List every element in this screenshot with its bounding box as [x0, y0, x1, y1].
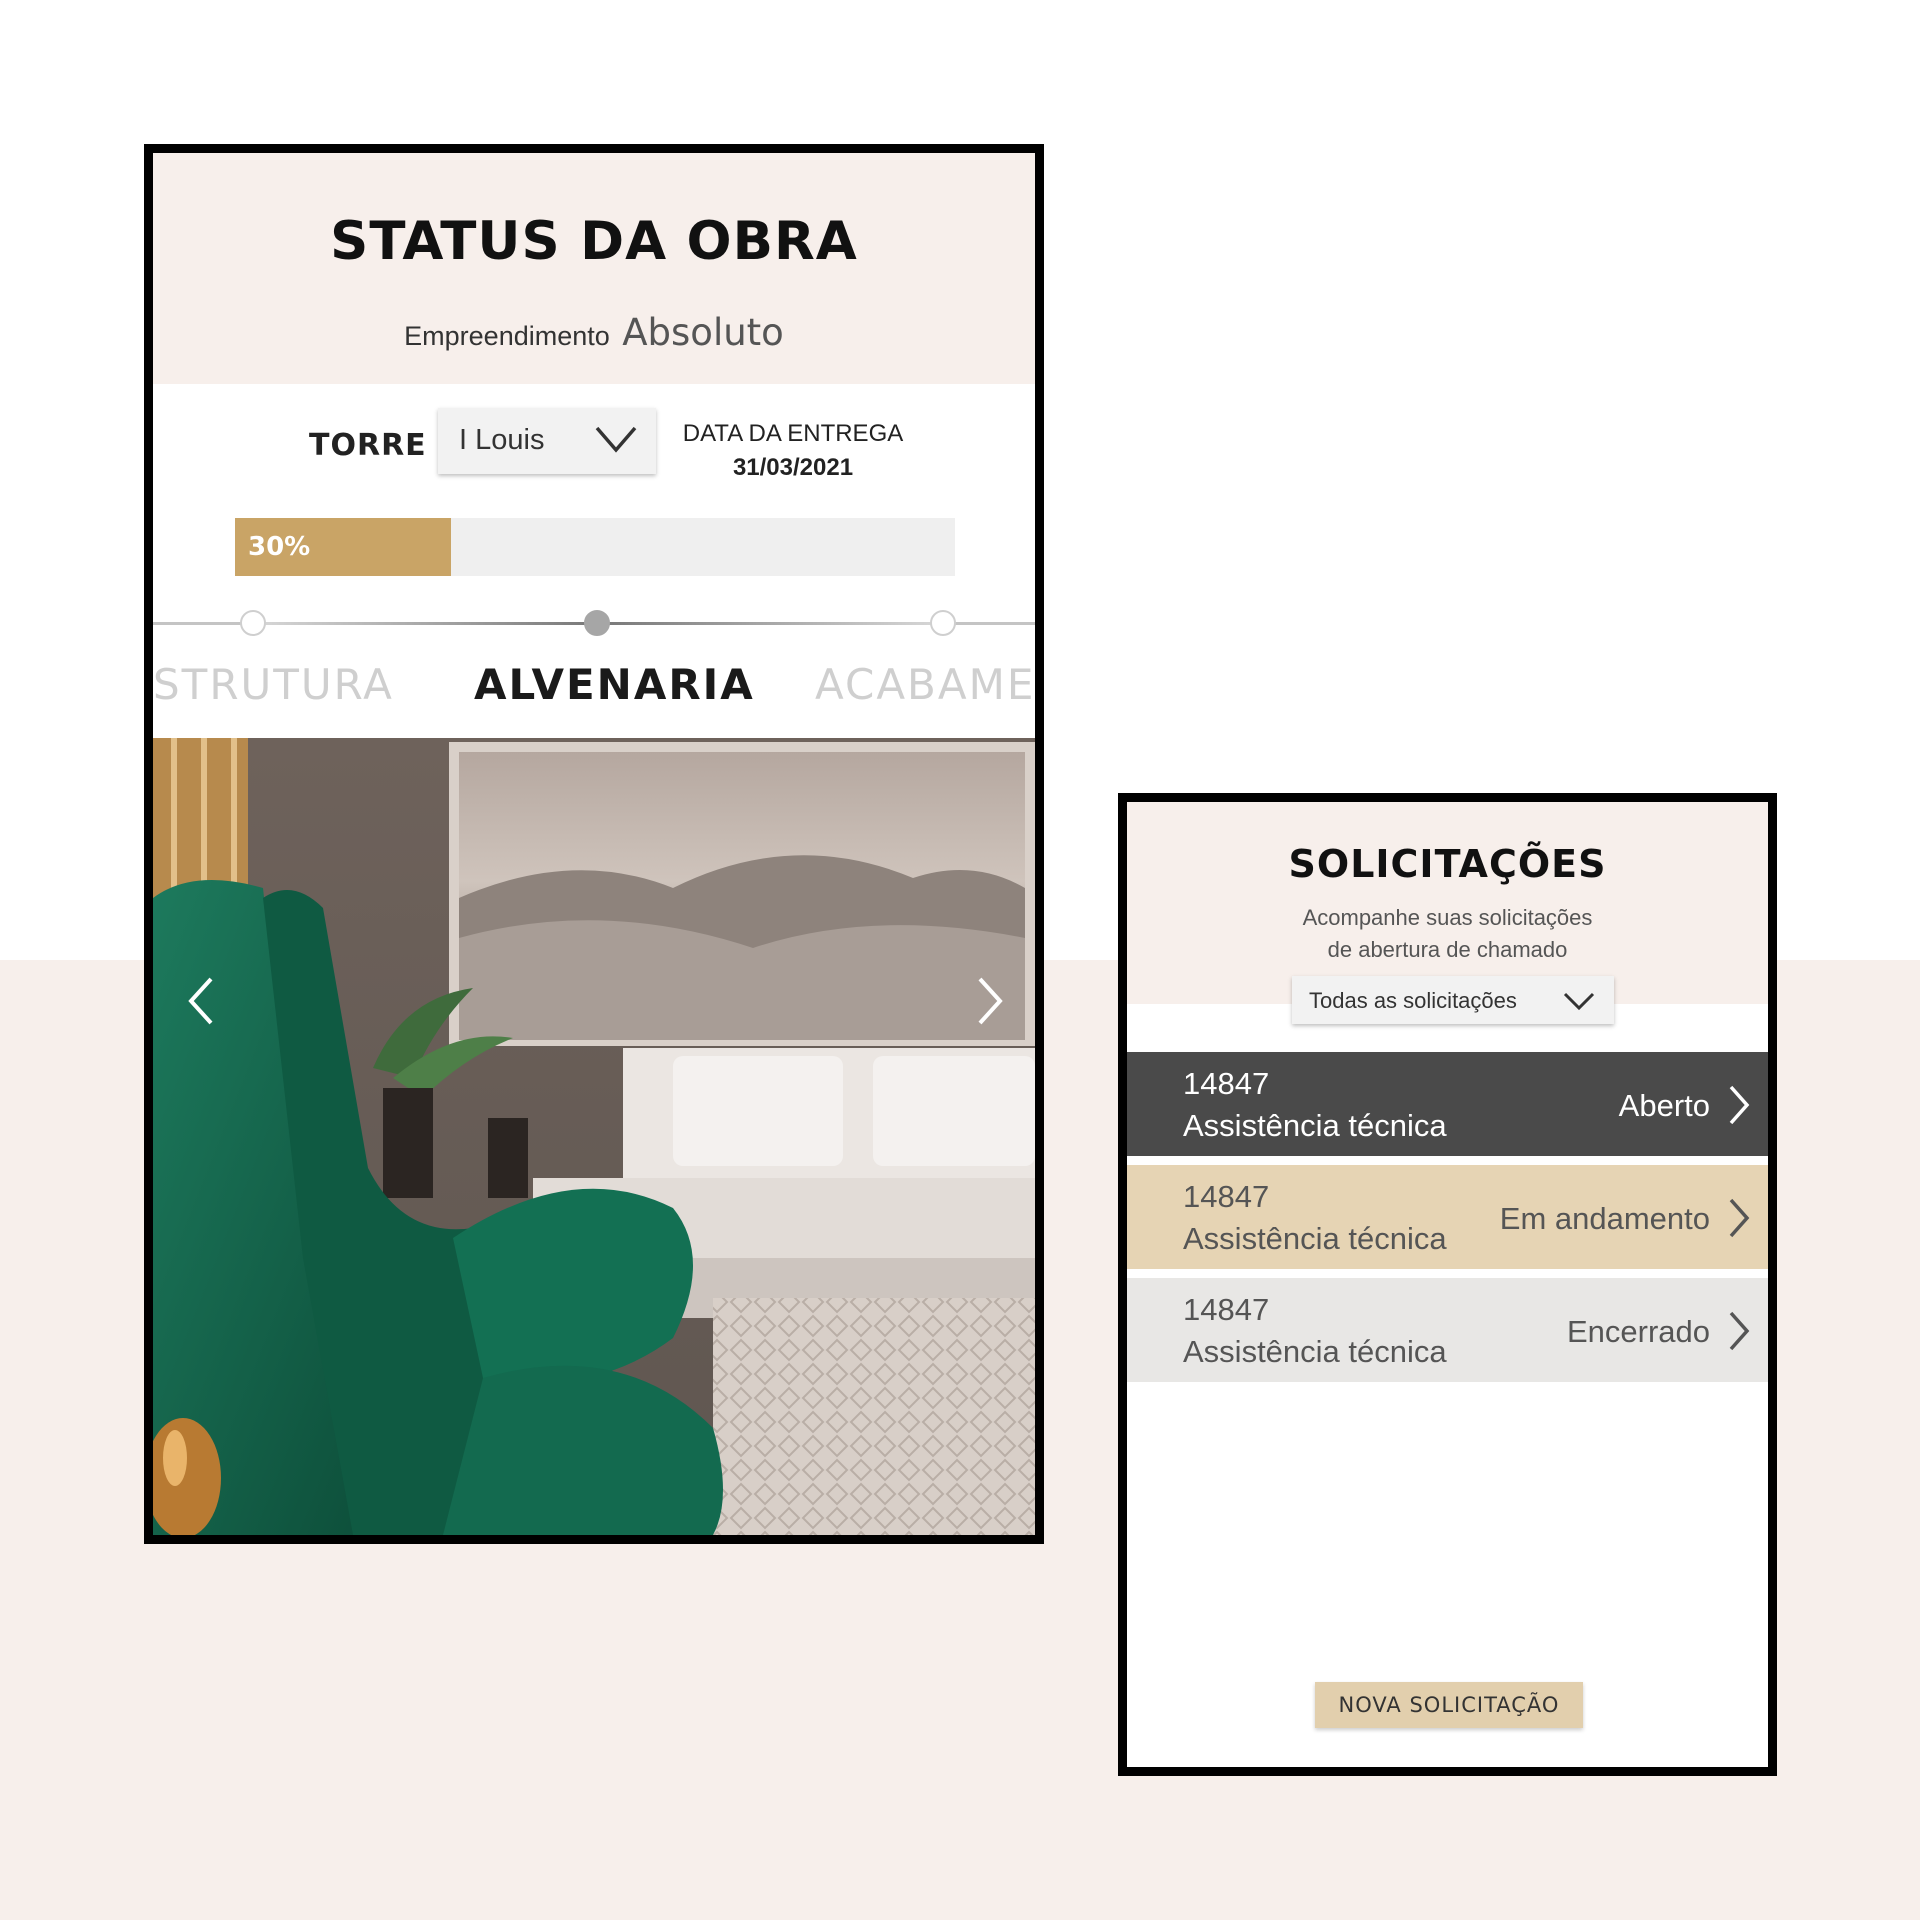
living-room-photo	[153, 738, 1035, 1535]
requests-filter-select[interactable]: Todas as solicitações	[1292, 976, 1614, 1024]
tower-select-value: I Louis	[459, 424, 545, 456]
new-request-button[interactable]: NOVA SOLICITAÇÃO	[1315, 1682, 1583, 1728]
stage-photo	[153, 738, 1035, 1535]
request-status: Encerrado	[1566, 1314, 1710, 1349]
tower-select[interactable]: I Louis	[438, 408, 656, 474]
tower-label: TORRE	[309, 428, 427, 463]
timeline-dot-estrutura[interactable]	[240, 610, 266, 636]
requests-title: SOLICITAÇÕES	[1288, 842, 1607, 886]
stage-alvenaria[interactable]: ALVENARIA	[474, 660, 755, 709]
request-row[interactable]: 14847 Assistência técnica Aberto	[1127, 1052, 1768, 1156]
request-type: Assistência técnica	[1183, 1221, 1447, 1256]
request-number: 14847	[1183, 1179, 1270, 1214]
timeline-dot-alvenaria[interactable]	[584, 610, 610, 636]
delivery-label: DATA DA ENTREGA	[682, 420, 904, 447]
chevron-right-icon	[1729, 1198, 1750, 1238]
chevron-right-icon	[1729, 1311, 1750, 1351]
chevron-right-icon	[1729, 1085, 1750, 1125]
stage-acabamento[interactable]: ACABAMEN	[815, 660, 1035, 709]
chevron-left-icon[interactable]	[181, 971, 221, 1031]
requests-screen: SOLICITAÇÕES Acompanhe suas solicitações…	[1118, 793, 1777, 1776]
request-type: Assistência técnica	[1183, 1108, 1447, 1143]
chevron-down-icon	[1563, 992, 1595, 1011]
status-header: STATUS DA OBRA Empreendimento Absoluto	[153, 153, 1035, 384]
request-row[interactable]: 14847 Assistência técnica Em andamento	[1127, 1165, 1768, 1269]
delivery-date: 31/03/2021	[732, 454, 854, 481]
request-number: 14847	[1183, 1066, 1270, 1101]
page-title: STATUS DA OBRA	[330, 211, 858, 272]
requests-description-line2: de abertura de chamado	[1327, 937, 1568, 962]
requests-description-line1: Acompanhe suas solicitações	[1302, 905, 1593, 930]
progress-bar: 30%	[235, 518, 955, 576]
request-type: Assistência técnica	[1183, 1334, 1447, 1369]
request-status: Aberto	[1618, 1088, 1710, 1123]
request-status: Em andamento	[1499, 1201, 1710, 1236]
requests-header: SOLICITAÇÕES Acompanhe suas solicitações…	[1127, 802, 1768, 1004]
chevron-down-icon	[595, 426, 637, 453]
filter-select-value: Todas as solicitações	[1309, 988, 1517, 1013]
project-subtitle: Empreendimento Absoluto	[153, 311, 1035, 354]
timeline-dot-acabamento[interactable]	[930, 610, 956, 636]
request-row[interactable]: 14847 Assistência técnica Encerrado	[1127, 1278, 1768, 1382]
status-screen: STATUS DA OBRA Empreendimento Absoluto T…	[144, 144, 1044, 1544]
project-prefix: Empreendimento	[404, 321, 610, 351]
request-number: 14847	[1183, 1292, 1270, 1327]
progress-label: 30%	[248, 532, 311, 562]
stage-estrutura[interactable]: STRUTURA	[153, 660, 394, 709]
chevron-right-icon[interactable]	[970, 971, 1010, 1031]
project-name: Absoluto	[622, 311, 784, 354]
